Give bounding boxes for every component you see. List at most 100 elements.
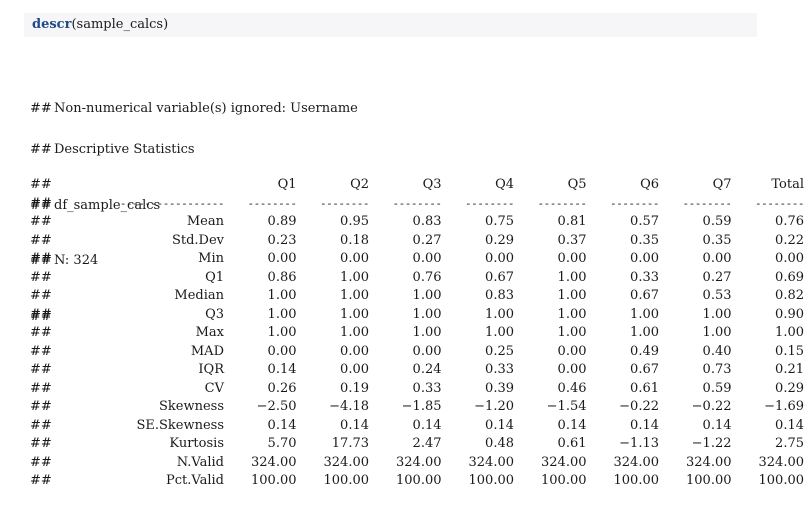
- column-header: Total: [771, 177, 804, 192]
- table-cell: 1.00: [775, 325, 804, 340]
- table-cell: 0.00: [557, 251, 587, 266]
- table-cell: 100.00: [396, 473, 442, 488]
- table-cell: 0.14: [267, 417, 297, 433]
- row-label: Max: [195, 325, 224, 340]
- table-cell: 0.61: [557, 436, 587, 451]
- table-cell: 0.29: [775, 380, 804, 396]
- code-chunk: descr(sample_calcs): [24, 13, 757, 37]
- line-prefix: ##: [30, 343, 52, 359]
- table-cell: 0.00: [557, 343, 587, 359]
- table-cell: 100.00: [613, 473, 660, 488]
- line-prefix: ##: [30, 325, 52, 340]
- table-cell: 0.18: [340, 232, 369, 248]
- table-cell: 0.19: [340, 380, 369, 396]
- table-cell: 1.00: [702, 306, 732, 322]
- table-cell: 5.70: [267, 436, 297, 451]
- table-cell: 100.00: [541, 473, 587, 488]
- line-prefix: ##: [30, 473, 52, 488]
- table-cell: 0.90: [775, 306, 804, 322]
- row-label: Std.Dev: [171, 232, 224, 248]
- line-prefix: ##: [30, 417, 52, 433]
- table-cell: 1.00: [557, 325, 587, 340]
- row-label: Median: [174, 288, 224, 303]
- table-cell: 0.00: [412, 251, 442, 266]
- separator: --------: [247, 196, 297, 210]
- table-cell: 0.24: [412, 362, 442, 377]
- table-cell: 1.00: [485, 306, 514, 322]
- table-cell: 0.73: [702, 362, 732, 377]
- table-cell: 0.27: [412, 232, 442, 248]
- table-cell: 1.00: [630, 306, 659, 322]
- table-cell: 0.67: [630, 362, 659, 377]
- table-cell: 0.69: [775, 269, 804, 285]
- table-cell: 0.00: [485, 251, 514, 266]
- table-cell: −0.22: [691, 399, 732, 414]
- table-cell: 324.00: [323, 454, 370, 470]
- table-row: ## Skewness −2.50 −4.18 −1.85 −1.20 −1.54 −0.22…: [30, 398, 804, 417]
- table-cell: −1.13: [619, 436, 659, 451]
- table-cell: 1.00: [412, 288, 442, 303]
- table-cell: 0.14: [557, 417, 587, 433]
- output-title: Descriptive Statistics: [54, 142, 195, 157]
- table-cell: 324.00: [758, 454, 805, 470]
- table-cell: 0.53: [702, 288, 732, 303]
- table-row: ## Pct.Valid 100.00 100.00 100.00 100.00 100.0…: [30, 472, 804, 491]
- line-prefix: ##: [30, 362, 52, 377]
- table-cell: 0.14: [412, 417, 442, 433]
- table-cell: 0.86: [267, 269, 297, 285]
- table-cell: 0.67: [630, 288, 659, 303]
- row-label: Min: [198, 251, 224, 266]
- table-cell: 0.76: [412, 269, 442, 285]
- table-row: ## Mean 0.89 0.95 0.83 0.75 0.81 0.57 0.59 0.76: [30, 213, 804, 232]
- line-prefix: ##: [30, 214, 52, 229]
- table-row: ## Q1 0.86 1.00 0.76 0.67 1.00 0.33 0.27 0.69: [30, 269, 804, 288]
- row-label: N.Valid: [176, 454, 224, 470]
- table-cell: 1.00: [485, 325, 514, 340]
- table-row: ## N.Valid 324.00 324.00 324.00 324.00 324.00 3…: [30, 454, 804, 473]
- table-cell: 0.00: [340, 251, 369, 266]
- line-prefix: ##: [30, 454, 52, 470]
- table-cell: 1.00: [412, 306, 442, 322]
- separator: --------: [755, 196, 804, 210]
- table-cell: 0.21: [775, 362, 804, 377]
- column-header: Q4: [495, 177, 514, 192]
- table-cell: −1.54: [546, 399, 587, 414]
- table-cell: 0.00: [267, 251, 297, 266]
- ignored-text: Non-numerical variable(s) ignored: Usern…: [54, 101, 358, 116]
- table-cell: 324.00: [613, 454, 660, 470]
- table-cell: 1.00: [557, 269, 587, 285]
- table-cell: 324.00: [251, 454, 297, 470]
- table-cell: 0.00: [702, 251, 732, 266]
- row-label: CV: [204, 380, 224, 396]
- table-cell: 1.00: [702, 325, 732, 340]
- line-prefix: ##: [30, 380, 52, 396]
- line-prefix: ##: [30, 269, 52, 285]
- table-cell: 0.35: [702, 232, 732, 248]
- line-prefix: ##: [30, 195, 52, 211]
- table-row: ## CV 0.26 0.19 0.33 0.39 0.46 0.61 0.59 0.29: [30, 380, 804, 399]
- row-label: IQR: [198, 362, 224, 377]
- table-cell: 0.15: [775, 343, 804, 359]
- row-label: Skewness: [158, 399, 224, 414]
- separator: --------: [392, 196, 442, 210]
- table-row: ## Median 1.00 1.00 1.00 0.83 1.00 0.67 0.53 0.82: [30, 287, 804, 306]
- row-label: Kurtosis: [169, 436, 224, 451]
- table-row: ## IQR 0.14 0.00 0.24 0.33 0.00 0.67 0.73 0.21: [30, 361, 804, 380]
- table-cell: 0.25: [485, 343, 514, 359]
- separator: --------: [465, 196, 514, 210]
- table-cell: 0.75: [485, 214, 514, 229]
- function-args: (sample_calcs): [71, 17, 169, 32]
- table-cell: 0.00: [340, 343, 369, 359]
- line-prefix: ##: [30, 436, 52, 451]
- table-cell: 0.49: [630, 343, 659, 359]
- table-cell: 0.33: [485, 362, 514, 377]
- table-cell: 1.00: [267, 306, 297, 322]
- separator-row: ## ----------------- -------- -------- -----…: [30, 195, 804, 214]
- table-cell: 17.73: [331, 436, 369, 451]
- table-cell: 0.83: [485, 288, 514, 303]
- table-cell: 0.00: [412, 343, 442, 359]
- table-cell: −1.20: [474, 399, 514, 414]
- table-cell: 324.00: [686, 454, 732, 470]
- table-cell: 0.46: [557, 380, 587, 396]
- column-header: Q6: [640, 177, 659, 192]
